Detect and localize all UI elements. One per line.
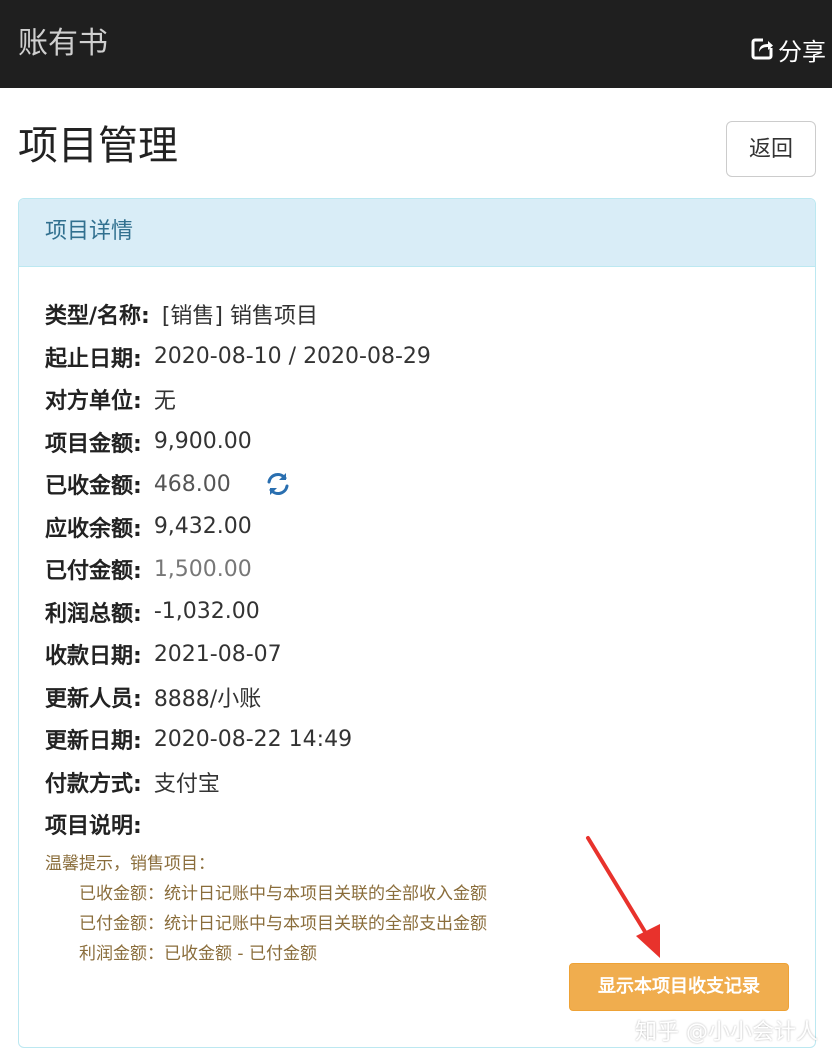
detail-label: 对方单位: xyxy=(45,389,142,415)
detail-value: 支付宝 xyxy=(153,771,220,797)
detail-rows: 类型/名称: [销售] 销售项目 起止日期: 2020-08-10 / 2020… xyxy=(45,293,431,846)
tips-text: 温馨提示，销售项目： 已收金额：统计日记账中与本项目关联的全部收入金额 已付金额… xyxy=(45,849,487,969)
detail-value: 2020-08-10 / 2020-08-29 xyxy=(153,344,431,370)
detail-value: 无 xyxy=(153,389,176,415)
detail-label: 已收金额: xyxy=(45,474,142,500)
detail-label: 付款方式: xyxy=(45,771,142,797)
detail-value: 2020-08-22 14:49 xyxy=(153,726,353,752)
page-title: 项目管理 xyxy=(18,123,178,169)
tips-line: 利润金额：已收金额 - 已付金额 xyxy=(79,944,317,964)
refresh-icon[interactable] xyxy=(265,471,291,497)
detail-row-date-range: 起止日期: 2020-08-10 / 2020-08-29 xyxy=(45,336,431,379)
detail-row-description: 项目说明: xyxy=(45,803,431,846)
detail-value: -1,032.00 xyxy=(153,599,260,625)
tips-line: 已收金额：统计日记账中与本项目关联的全部收入金额 xyxy=(79,884,487,904)
watermark: 知乎 @小小会计人 xyxy=(635,1020,818,1045)
detail-value: 9,900.00 xyxy=(153,429,252,455)
detail-row-profit-total: 利润总额: -1,032.00 xyxy=(45,591,431,634)
tips-heading: 温馨提示，销售项目： xyxy=(45,854,215,874)
detail-value: 8888/小账 xyxy=(153,686,262,712)
panel-heading: 项目详情 xyxy=(19,199,815,267)
detail-label: 项目说明: xyxy=(45,814,142,840)
detail-row-counterparty: 对方单位: 无 xyxy=(45,378,431,421)
detail-row-project-amount: 项目金额: 9,900.00 xyxy=(45,421,431,464)
detail-row-type-name: 类型/名称: [销售] 销售项目 xyxy=(45,293,431,336)
share-label: 分享 xyxy=(778,37,826,66)
detail-label: 利润总额: xyxy=(45,601,142,627)
annotation-arrow-icon xyxy=(586,836,660,958)
detail-label: 更新人员: xyxy=(45,686,142,712)
detail-label: 收款日期: xyxy=(45,644,142,670)
share-icon xyxy=(750,37,774,61)
tips-line: 已付金额：统计日记账中与本项目关联的全部支出金额 xyxy=(79,914,487,934)
detail-value: [销售] 销售项目 xyxy=(161,304,319,330)
detail-row-receipt-date: 收款日期: 2021-08-07 xyxy=(45,633,431,676)
detail-row-receivable-balance: 应收余额: 9,432.00 xyxy=(45,506,431,549)
detail-label: 起止日期: xyxy=(45,346,142,372)
detail-label: 类型/名称: xyxy=(45,304,150,330)
back-button[interactable]: 返回 xyxy=(726,121,816,177)
detail-label: 已付金额: xyxy=(45,559,142,585)
detail-value: 2021-08-07 xyxy=(153,641,282,667)
detail-value: 468.00 xyxy=(153,471,231,497)
detail-value: 1,500.00 xyxy=(153,556,252,582)
share-button[interactable]: 分享 xyxy=(750,32,826,66)
detail-row-updated-by: 更新人员: 8888/小账 xyxy=(45,676,431,719)
project-detail-panel: 项目详情 类型/名称: [销售] 销售项目 起止日期: 2020-08-10 /… xyxy=(18,198,816,1048)
detail-label: 更新日期: xyxy=(45,729,142,755)
show-records-button[interactable]: 显示本项目收支记录 xyxy=(569,963,789,1011)
detail-row-updated-date: 更新日期: 2020-08-22 14:49 xyxy=(45,718,431,761)
detail-row-paid-amount: 已付金额: 1,500.00 xyxy=(45,548,431,591)
top-nav-bar: 账有书 分享 xyxy=(0,0,832,88)
detail-label: 项目金额: xyxy=(45,431,142,457)
detail-row-payment-method: 付款方式: 支付宝 xyxy=(45,761,431,804)
detail-value: 9,432.00 xyxy=(153,514,252,540)
detail-label: 应收余额: xyxy=(45,516,142,542)
app-title[interactable]: 账有书 xyxy=(18,24,108,64)
detail-row-received-amount: 已收金额: 468.00 xyxy=(45,463,431,506)
